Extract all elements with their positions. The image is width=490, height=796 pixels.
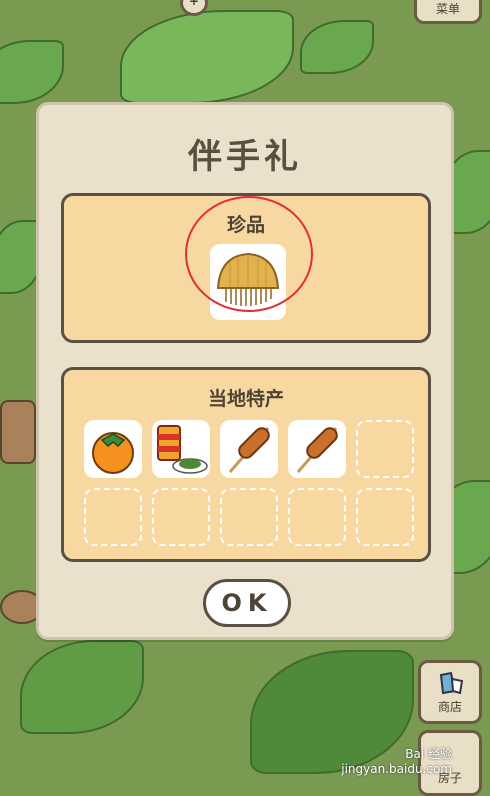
leaf-decoration xyxy=(300,20,374,74)
specialty-slot-3[interactable] xyxy=(220,420,278,478)
shop-label: 商店 xyxy=(437,700,462,714)
specialty-slot-2[interactable] xyxy=(152,420,210,478)
shop-button[interactable]: 商店 xyxy=(418,660,482,724)
specialty-slot-7[interactable] xyxy=(152,488,210,546)
leaf-decoration xyxy=(120,10,294,104)
leaf-decoration xyxy=(20,640,144,734)
persimmon-icon xyxy=(92,432,134,474)
specialty-slot-1[interactable] xyxy=(84,420,142,478)
annotation-circle xyxy=(185,196,313,312)
specialties-heading: 当地特产 xyxy=(207,388,284,410)
shop-bag-icon xyxy=(439,671,464,695)
skewer-icon xyxy=(296,427,338,473)
specialty-slot-8[interactable] xyxy=(220,488,278,546)
specialty-slot-9[interactable] xyxy=(288,488,346,546)
can-and-plate-icon xyxy=(157,425,208,474)
specialty-slot-5[interactable] xyxy=(356,420,414,478)
specialties-panel: 当地特产 xyxy=(61,367,431,562)
skewer-icon xyxy=(228,427,270,473)
specialty-slot-6[interactable] xyxy=(84,488,142,546)
watermark-brand: Bai 经验 xyxy=(405,747,452,761)
menu-button[interactable]: 菜单 xyxy=(414,0,482,24)
leaf-decoration xyxy=(0,40,64,104)
specialty-slot-4[interactable] xyxy=(288,420,346,478)
dialog-title: 伴手礼 xyxy=(188,137,302,177)
souvenir-dialog: 伴手礼 珍品 当地特产 OK xyxy=(36,102,454,640)
watermark: Bai 经验 jingyan.baidu.com xyxy=(341,745,452,776)
ok-button[interactable]: OK xyxy=(203,579,291,627)
tree-stump xyxy=(0,400,36,464)
watermark-url: jingyan.baidu.com xyxy=(341,762,452,776)
specialty-slot-10[interactable] xyxy=(356,488,414,546)
